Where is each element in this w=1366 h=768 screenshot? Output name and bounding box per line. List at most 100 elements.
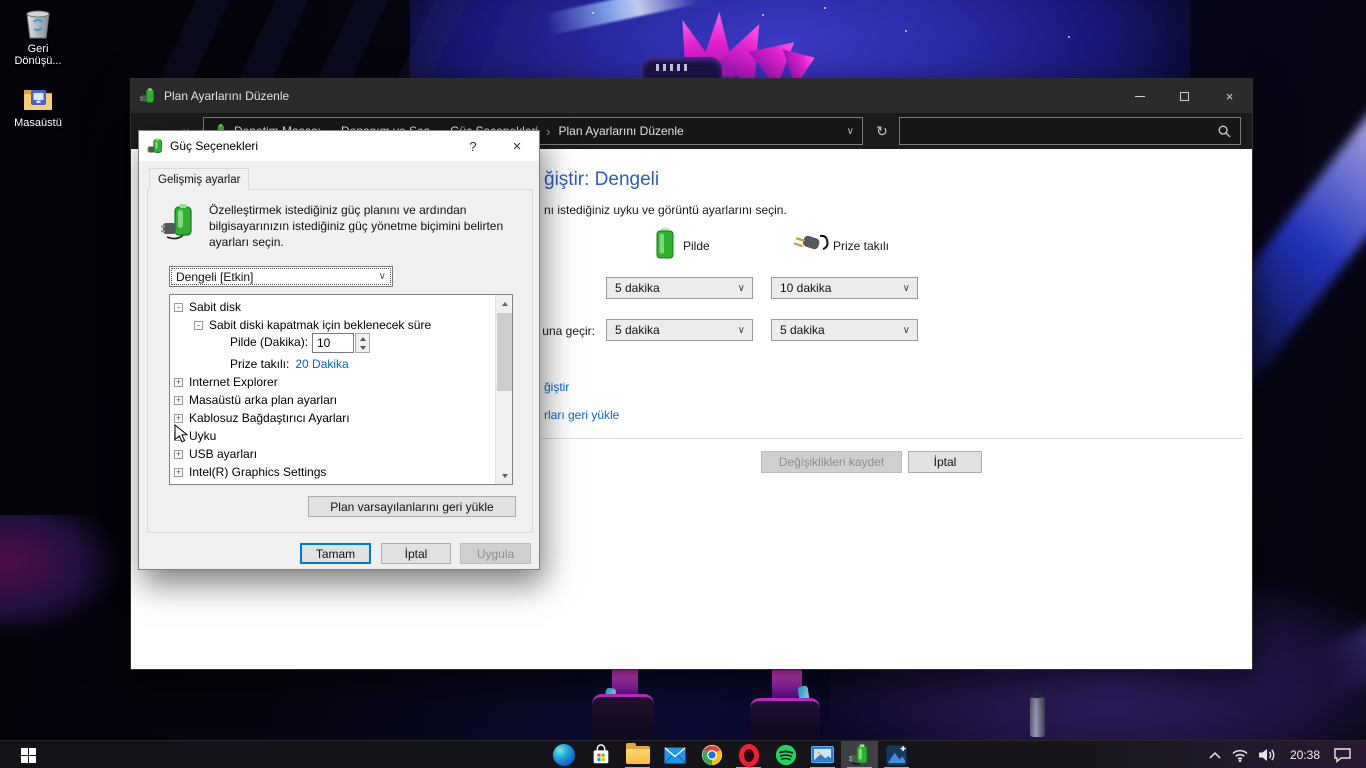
taskbar-mail[interactable] — [656, 741, 693, 768]
expand-icon[interactable]: + — [174, 413, 183, 423]
expand-icon[interactable]: + — [174, 395, 183, 405]
star — [1068, 36, 1070, 38]
scroll-up-icon[interactable] — [496, 295, 512, 312]
window-title: Plan Ayarlarını Düzenle — [164, 89, 290, 103]
star — [905, 30, 907, 32]
start-button[interactable] — [8, 741, 48, 768]
window-titlebar[interactable]: Plan Ayarlarını Düzenle × — [131, 79, 1252, 113]
dialog-cancel-button[interactable]: İptal — [381, 543, 451, 564]
page-intro: nı istediğiniz uyku ve görüntü ayarların… — [544, 203, 787, 217]
volume-icon[interactable] — [1258, 747, 1277, 763]
screen: Geri Dönüşü... Masaüstü Plan Ayarlarını … — [0, 0, 1366, 768]
minimize-button[interactable] — [1117, 79, 1162, 113]
sleep-battery-select[interactable]: 5 dakika ∨ — [606, 319, 753, 341]
page-cancel-button[interactable]: İptal — [908, 451, 982, 473]
search-input[interactable] — [899, 117, 1241, 145]
tree-item-desktop-background[interactable]: + Masaüstü arka plan ayarları — [170, 391, 497, 409]
breadcrumb-item[interactable]: Plan Ayarlarını Düzenle — [559, 124, 684, 138]
tree-item-label: Kablosuz Bağdaştırıcı Ayarları — [189, 411, 350, 425]
select-value: 5 dakika — [615, 281, 660, 295]
taskbar-microsoft-store[interactable] — [582, 741, 619, 768]
tree-item-wireless-adapter[interactable]: + Kablosuz Bağdaştırıcı Ayarları — [170, 409, 497, 427]
minutes-input[interactable] — [312, 333, 354, 353]
tab-advanced-settings[interactable]: Gelişmiş ayarlar — [149, 168, 250, 190]
expand-icon[interactable]: + — [174, 377, 183, 387]
dialog-intro-text: Özelleştirmek istediğiniz güç planını ve… — [209, 203, 504, 249]
taskbar-display-settings[interactable] — [804, 741, 841, 768]
page-heading: ğiştir: Dengeli — [544, 169, 660, 190]
clock[interactable]: 20:38 — [1286, 748, 1324, 762]
scroll-down-icon[interactable] — [496, 467, 512, 484]
dialog-titlebar[interactable]: Güç Seçenekleri ? × — [139, 131, 539, 161]
taskbar-power-options[interactable] — [841, 741, 878, 768]
select-value: 5 dakika — [780, 323, 825, 337]
paint-boot — [750, 698, 820, 740]
opera-icon — [738, 743, 759, 767]
address-dropdown-icon[interactable]: ∨ — [847, 126, 854, 137]
tree-item-internet-explorer[interactable]: + Internet Explorer — [170, 373, 497, 391]
sleep-plugged-select[interactable]: 5 dakika ∨ — [771, 319, 918, 341]
tree-item-uyku[interactable]: + Uyku — [170, 427, 497, 445]
dialog-help-button[interactable]: ? — [453, 131, 493, 161]
ok-button[interactable]: Tamam — [300, 543, 371, 564]
restore-defaults-link[interactable]: rları geri yükle — [544, 408, 619, 422]
taskbar-spotify[interactable] — [767, 741, 804, 768]
microsoft-store-icon — [593, 744, 608, 764]
close-button[interactable]: × — [1207, 79, 1252, 113]
star — [824, 7, 826, 9]
restore-plan-defaults-button[interactable]: Plan varsayılanlarını geri yükle — [308, 496, 516, 517]
display-off-plugged-select[interactable]: 10 dakika ∨ — [771, 277, 918, 299]
wifi-icon[interactable] — [1231, 747, 1249, 763]
hidden-icons-chevron-icon[interactable] — [1208, 750, 1222, 761]
power-options-dialog: Güç Seçenekleri ? × Gelişmiş ayarlar Öze… — [138, 130, 540, 570]
spin-up-icon[interactable] — [356, 334, 369, 343]
collapse-icon[interactable]: - — [194, 320, 203, 330]
apply-button[interactable]: Uygula — [460, 543, 531, 564]
wallpaper-glow — [0, 515, 120, 635]
scrollbar-thumb[interactable] — [497, 313, 512, 391]
advanced-settings-tree[interactable]: - Sabit disk - Sabit diski kapatmak için… — [169, 294, 513, 485]
power-plan-select[interactable]: Dengeli [Etkin] ∨ — [169, 266, 393, 287]
battery-icon — [656, 227, 674, 259]
close-icon: × — [1225, 88, 1234, 104]
star — [762, 14, 764, 16]
tree-item-usb[interactable]: + USB ayarları — [170, 445, 497, 463]
tree-scrollbar[interactable] — [495, 295, 512, 484]
tree-item-label: Sabit disk — [189, 300, 242, 314]
spinner[interactable] — [355, 333, 370, 353]
file-explorer-icon — [625, 743, 650, 764]
plugged-value-link[interactable]: 20 Dakika — [295, 357, 348, 371]
maximize-button[interactable] — [1162, 79, 1207, 113]
refresh-button[interactable]: ↻ — [869, 117, 895, 145]
expand-icon[interactable]: + — [174, 449, 183, 459]
spotify-icon — [775, 744, 796, 766]
chevron-down-icon: ∨ — [378, 271, 386, 282]
save-changes-button[interactable]: Değişiklikleri kaydet — [761, 451, 902, 473]
taskbar-edge[interactable] — [545, 741, 582, 768]
paint-boot — [592, 694, 654, 740]
star — [592, 12, 594, 14]
maximize-icon — [1180, 91, 1189, 101]
expand-icon[interactable]: + — [174, 467, 183, 477]
tree-item-pci-express[interactable]: + PCI Express — [170, 481, 497, 484]
action-center-icon[interactable] — [1333, 747, 1352, 763]
desktop-icon-recycle-bin[interactable]: Geri Dönüşü... — [0, 8, 76, 67]
tree-item-label: Masaüstü arka plan ayarları — [189, 393, 338, 407]
collapse-icon[interactable]: - — [174, 302, 183, 312]
close-icon: × — [512, 137, 522, 155]
chevron-down-icon: ∨ — [902, 282, 910, 294]
desktop-icon-masaustu[interactable]: Masaüstü — [0, 84, 76, 129]
taskbar-chrome[interactable] — [693, 741, 730, 768]
taskbar-file-explorer[interactable] — [619, 741, 656, 768]
dialog-close-button[interactable]: × — [497, 131, 537, 161]
chrome-icon — [701, 744, 722, 766]
tree-item-sabit-disk[interactable]: - Sabit disk — [170, 298, 497, 316]
advanced-settings-link[interactable]: ğiştir — [544, 380, 569, 394]
taskbar-opera[interactable] — [730, 741, 767, 768]
taskbar-photos[interactable] — [878, 741, 915, 768]
mouse-cursor — [174, 424, 188, 443]
separator — [541, 438, 1243, 439]
spin-down-icon[interactable] — [356, 343, 369, 352]
tree-item-intel-graphics[interactable]: + Intel(R) Graphics Settings — [170, 463, 497, 481]
display-off-battery-select[interactable]: 5 dakika ∨ — [606, 277, 753, 299]
